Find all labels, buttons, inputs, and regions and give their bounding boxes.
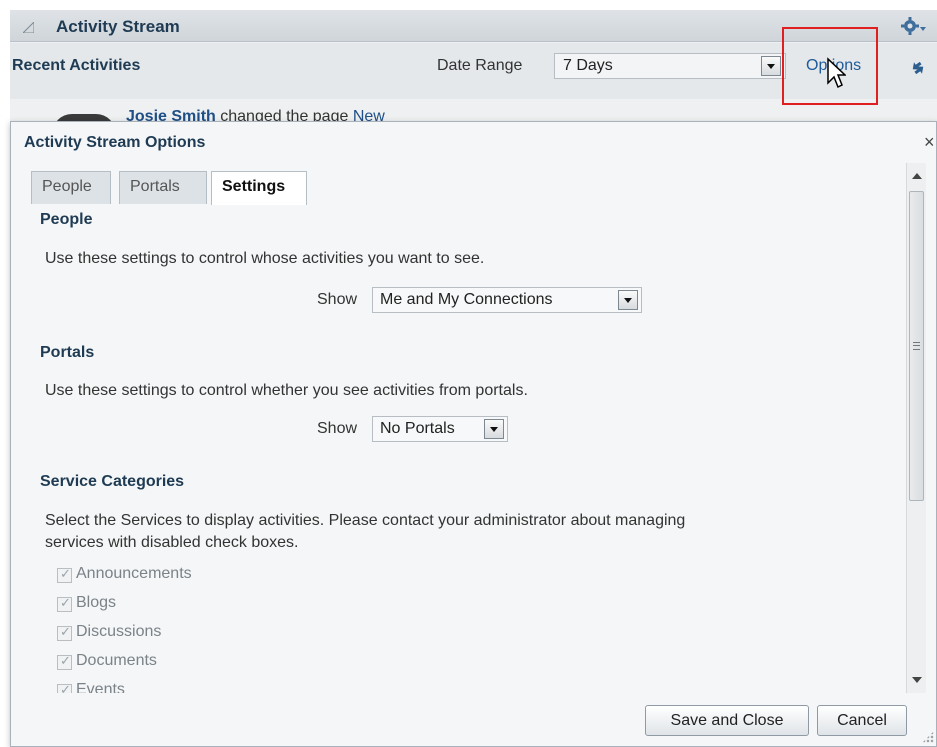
recent-activities-label: Recent Activities xyxy=(12,57,141,74)
scroll-up-arrow-icon[interactable] xyxy=(912,173,922,179)
chevron-down-icon[interactable] xyxy=(618,290,638,310)
close-icon[interactable]: × xyxy=(924,132,935,153)
tab-settings[interactable]: Settings xyxy=(211,171,307,205)
tab-label: People xyxy=(42,178,92,195)
checkbox-label: Announcements xyxy=(76,565,192,582)
portals-show-select[interactable]: No Portals xyxy=(372,416,508,442)
scrollbar-thumb[interactable] xyxy=(909,191,924,501)
people-section-title: People xyxy=(40,211,93,228)
services-description-line2: services with disabled check boxes. xyxy=(45,534,299,551)
people-description: Use these settings to control whose acti… xyxy=(45,250,485,267)
checkbox-label: Blogs xyxy=(76,594,117,611)
date-range-value: 7 Days xyxy=(563,57,613,74)
tab-people[interactable]: People xyxy=(31,171,111,204)
checkbox-label: Events xyxy=(76,681,125,693)
portals-description: Use these settings to control whether yo… xyxy=(45,382,528,399)
checkbox-label: Documents xyxy=(76,652,157,669)
checkbox[interactable] xyxy=(57,682,72,693)
checkbox-label: Discussions xyxy=(76,623,162,640)
tab-label: Portals xyxy=(130,178,180,195)
date-range-label: Date Range xyxy=(437,57,523,74)
save-and-close-button[interactable]: Save and Close xyxy=(645,705,809,736)
activity-stream-options-dialog: Activity Stream Options × People Portals… xyxy=(10,121,937,747)
grip-icon xyxy=(913,342,920,350)
portals-section-title: Portals xyxy=(40,344,95,361)
checkbox[interactable] xyxy=(57,653,72,670)
settings-panel: People Use these settings to control who… xyxy=(11,203,906,693)
portals-show-value: No Portals xyxy=(380,420,455,437)
vertical-scrollbar[interactable] xyxy=(906,163,926,693)
checkbox[interactable] xyxy=(57,566,72,583)
chevron-down-icon[interactable] xyxy=(484,419,504,439)
dialog-title: Activity Stream Options xyxy=(24,134,206,151)
gear-icon[interactable] xyxy=(901,15,927,37)
people-show-label: Show xyxy=(317,291,358,308)
resize-grip-icon[interactable] xyxy=(922,731,934,743)
services-description-line1: Select the Services to display activitie… xyxy=(45,512,686,529)
people-show-value: Me and My Connections xyxy=(380,291,553,308)
checkbox[interactable] xyxy=(57,595,72,612)
checkbox[interactable] xyxy=(57,624,72,641)
chevron-down-icon[interactable] xyxy=(761,56,781,76)
date-range-select[interactable]: 7 Days xyxy=(554,53,786,79)
collapse-triangle-icon[interactable] xyxy=(23,22,34,33)
cancel-button[interactable]: Cancel xyxy=(817,705,907,736)
portals-show-label: Show xyxy=(317,420,358,437)
tab-label: Settings xyxy=(222,178,286,195)
portlet-title: Activity Stream xyxy=(56,17,180,36)
refresh-icon[interactable] xyxy=(909,59,927,77)
people-show-select[interactable]: Me and My Connections xyxy=(372,287,642,313)
mouse-cursor-icon xyxy=(827,57,846,89)
scroll-down-arrow-icon[interactable] xyxy=(912,677,922,683)
service-categories-title: Service Categories xyxy=(40,473,185,490)
tab-portals[interactable]: Portals xyxy=(119,171,207,204)
